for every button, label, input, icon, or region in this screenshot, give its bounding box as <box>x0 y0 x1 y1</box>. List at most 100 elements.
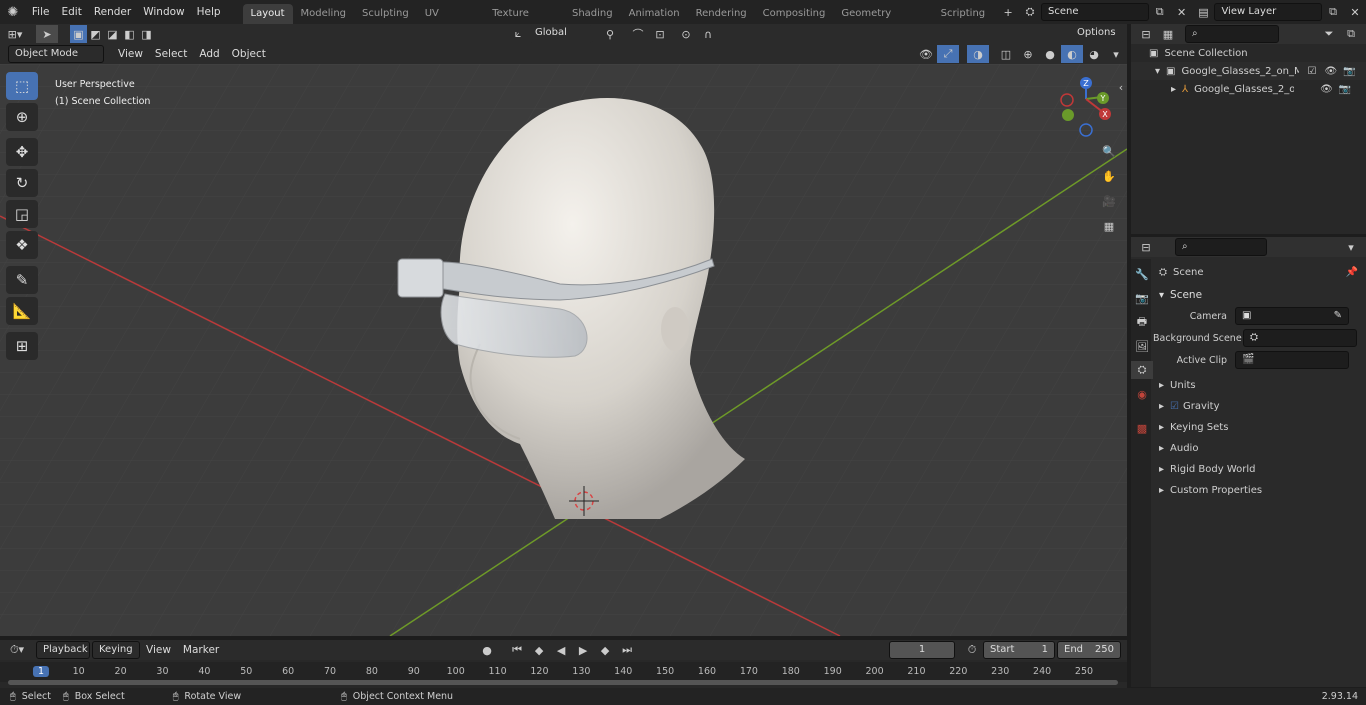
tab-animation[interactable]: Animation <box>621 4 688 24</box>
shading-options-icon[interactable]: ▾ <box>1105 45 1127 63</box>
select-intersect-icon[interactable]: ◨ <box>138 25 155 43</box>
timeline-scrollbar[interactable] <box>8 680 1118 685</box>
display-mode-icon[interactable]: ▦ <box>1157 25 1179 43</box>
start-frame-field[interactable]: Start 1 <box>983 641 1055 659</box>
select-extend-icon[interactable]: ◩ <box>87 25 104 43</box>
add-workspace-icon[interactable]: + <box>997 3 1019 21</box>
delete-view-layer-icon[interactable]: ✕ <box>1344 3 1366 21</box>
add-cube-tool-icon[interactable]: ⊞ <box>6 332 38 360</box>
editor-type-icon[interactable]: ⊞▾ <box>0 25 30 43</box>
prev-keyframe-icon[interactable]: ◆ <box>528 641 550 659</box>
texture-tab-icon[interactable]: ▩ <box>1131 419 1153 437</box>
3d-viewport[interactable]: Z Y X User Perspective (1) Scene Collect… <box>0 64 1127 636</box>
timeline-menu-marker[interactable]: Marker <box>177 638 225 662</box>
properties-search-field[interactable]: ⌕ <box>1175 238 1267 256</box>
snap-target-icon[interactable]: ⊡ <box>649 25 671 43</box>
pin-icon[interactable]: 📌 <box>1346 267 1358 278</box>
tab-modeling[interactable]: Modeling <box>293 4 355 24</box>
menu-render[interactable]: Render <box>88 0 137 24</box>
filter-icon[interactable]: ⏷ <box>1318 25 1340 43</box>
sidebar-toggle-icon[interactable]: ‹ <box>1116 78 1126 96</box>
viewport-menu-select[interactable]: Select <box>149 42 193 66</box>
blender-logo-icon[interactable]: ✺ <box>0 3 26 21</box>
transform-tool-icon[interactable]: ❖ <box>6 231 38 259</box>
measure-tool-icon[interactable]: 📐 <box>6 297 38 325</box>
keying-dropdown[interactable]: Keying <box>92 641 140 659</box>
view-layer-icon[interactable]: ▤ <box>1193 3 1215 21</box>
ortho-toggle-icon[interactable]: ▦ <box>1098 217 1120 235</box>
tab-texture-paint[interactable]: Texture Paint <box>484 4 564 39</box>
camera-field[interactable]: ▣ ✎ <box>1235 307 1349 325</box>
active-tool-icon[interactable]: ➤ <box>36 25 58 43</box>
scene-field[interactable]: Scene <box>1040 3 1149 21</box>
output-tab-icon[interactable]: 🖶 <box>1131 313 1153 331</box>
section-units[interactable]: ▸ Units <box>1153 375 1366 396</box>
viewport-menu-object[interactable]: Object <box>226 42 272 66</box>
outliner-item[interactable]: ▸ ⅄ Google_Glasses_2_on_Ma 👁 📷 <box>1131 80 1366 98</box>
viewport-menu-view[interactable]: View <box>112 42 149 66</box>
rendered-shading-icon[interactable]: ◕ <box>1083 45 1105 63</box>
falloff-icon[interactable]: ∩ <box>697 25 719 43</box>
section-rigid-body-world[interactable]: ▸ Rigid Body World <box>1153 459 1366 480</box>
cursor-tool-icon[interactable]: ⊕ <box>6 103 38 131</box>
section-custom-properties[interactable]: ▸ Custom Properties <box>1153 480 1366 501</box>
select-invert-icon[interactable]: ◧ <box>121 25 138 43</box>
jump-start-icon[interactable]: ⏮ <box>506 641 528 659</box>
play-reverse-icon[interactable]: ◀ <box>550 641 572 659</box>
scene-panel-header[interactable]: ▾ Scene <box>1153 285 1366 305</box>
scale-tool-icon[interactable]: ◲ <box>6 200 38 228</box>
view-layer-tab-icon[interactable]: 🖼 <box>1131 337 1153 355</box>
pan-hand-icon[interactable]: ✋ <box>1098 167 1120 185</box>
snap-icon[interactable]: ⌒ <box>627 25 649 43</box>
gravity-checkbox[interactable]: ☑ <box>1170 401 1179 412</box>
next-keyframe-icon[interactable]: ◆ <box>594 641 616 659</box>
proportional-edit-icon[interactable]: ⊙ <box>675 25 697 43</box>
gizmo-toggle-icon[interactable]: ⤢ <box>937 45 959 63</box>
xray-icon[interactable]: ◫ <box>995 45 1017 63</box>
checkbox-icon[interactable]: ☑ <box>1307 66 1316 77</box>
view-layer-field[interactable]: View Layer <box>1214 3 1323 21</box>
eye-icon[interactable]: 👁 <box>1320 84 1333 95</box>
wireframe-shading-icon[interactable]: ⊕ <box>1017 45 1039 63</box>
section-audio[interactable]: ▸ Audio <box>1153 438 1366 459</box>
section-gravity[interactable]: ▸ ☑ Gravity <box>1153 396 1366 417</box>
menu-file[interactable]: File <box>26 0 56 24</box>
tab-shading[interactable]: Shading <box>564 4 621 24</box>
eye-icon[interactable]: 👁 <box>1324 66 1337 77</box>
camera-icon[interactable]: 📷 <box>1343 66 1355 77</box>
tool-tab-icon[interactable]: 🔧 <box>1131 265 1153 283</box>
render-tab-icon[interactable]: 📷 <box>1131 289 1153 307</box>
record-icon[interactable]: ● <box>476 641 498 659</box>
pivot-icon[interactable]: ⚲ <box>599 25 621 43</box>
properties-editor-icon[interactable]: ⊟ <box>1135 238 1157 256</box>
tab-layout[interactable]: Layout <box>242 4 293 24</box>
new-collection-icon[interactable]: ⧉ <box>1340 25 1362 43</box>
timeline-menu-view[interactable]: View <box>140 638 177 662</box>
current-frame-field[interactable]: 1 <box>889 641 955 659</box>
jump-end-icon[interactable]: ⏭ <box>616 641 638 659</box>
camera-view-icon[interactable]: 🎥 <box>1098 192 1120 210</box>
visibility-icon[interactable]: 👁 <box>915 45 937 63</box>
zoom-icon[interactable]: 🔍 <box>1098 142 1120 160</box>
outliner-item[interactable]: ▾ ▣ Google_Glasses_2_on_Manne ☑ 👁 📷 <box>1131 62 1366 80</box>
scene-tab-icon[interactable]: ⛭ <box>1131 361 1153 379</box>
annotate-tool-icon[interactable]: ✎ <box>6 266 38 294</box>
tab-rendering[interactable]: Rendering <box>688 4 755 24</box>
options-dropdown[interactable]: Options <box>1071 25 1123 43</box>
menu-edit[interactable]: Edit <box>55 0 87 24</box>
delete-scene-icon[interactable]: ✕ <box>1171 3 1193 21</box>
select-new-icon[interactable]: ▣ <box>70 25 87 43</box>
tab-compositing[interactable]: Compositing <box>755 4 834 24</box>
tab-scripting[interactable]: Scripting <box>933 4 993 24</box>
world-tab-icon[interactable]: ◉ <box>1131 385 1153 403</box>
outliner-root[interactable]: ▣ Scene Collection <box>1131 44 1366 62</box>
properties-options-icon[interactable]: ▾ <box>1340 238 1362 256</box>
section-keying-sets[interactable]: ▸ Keying Sets <box>1153 417 1366 438</box>
orientation-icon[interactable]: ⟀ <box>507 25 529 43</box>
tab-geometry-nodes[interactable]: Geometry Nodes <box>833 4 932 39</box>
tab-sculpting[interactable]: Sculpting <box>354 4 417 24</box>
solid-shading-icon[interactable]: ● <box>1039 45 1061 63</box>
menu-help[interactable]: Help <box>191 0 227 24</box>
scene-selector-icon[interactable]: ⛭ <box>1019 3 1041 21</box>
orientation-dropdown[interactable]: Global <box>529 25 593 43</box>
